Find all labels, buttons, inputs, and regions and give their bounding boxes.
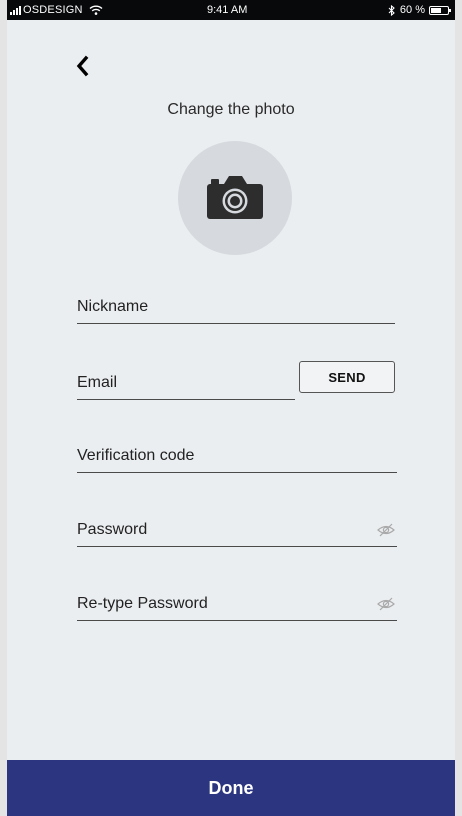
retype-password-underline bbox=[77, 620, 397, 621]
chevron-left-icon[interactable] bbox=[71, 54, 95, 78]
camera-icon bbox=[207, 176, 263, 219]
retype-password-field[interactable]: Re-type Password bbox=[77, 587, 397, 621]
nickname-field[interactable]: Nickname bbox=[77, 290, 395, 324]
email-field[interactable]: Email bbox=[77, 366, 295, 400]
battery-icon bbox=[429, 5, 451, 15]
verification-code-field[interactable]: Verification code bbox=[77, 439, 397, 473]
done-label: Done bbox=[208, 777, 254, 798]
screen: OSDESIGN 9:41 AM 60 % Change the photo N… bbox=[7, 0, 455, 816]
eye-slash-icon[interactable] bbox=[377, 523, 395, 537]
status-left: OSDESIGN bbox=[10, 4, 103, 16]
email-label: Email bbox=[77, 374, 118, 391]
password-underline bbox=[77, 546, 397, 547]
send-button[interactable]: SEND bbox=[299, 361, 395, 393]
status-right: 60 % bbox=[388, 4, 451, 16]
battery-fill bbox=[431, 7, 441, 13]
status-time: 9:41 AM bbox=[207, 4, 248, 16]
eye-slash-icon[interactable] bbox=[377, 597, 395, 611]
wifi-icon bbox=[89, 5, 103, 15]
bluetooth-icon bbox=[388, 4, 395, 16]
battery-percent: 60 % bbox=[399, 4, 425, 16]
nickname-label: Nickname bbox=[77, 298, 149, 315]
password-field[interactable]: Password bbox=[77, 513, 397, 547]
done-button[interactable]: Done bbox=[7, 760, 455, 816]
avatar-photo-button[interactable] bbox=[178, 141, 292, 255]
email-underline bbox=[77, 399, 295, 400]
verification-underline bbox=[77, 472, 397, 473]
verification-code-label: Verification code bbox=[77, 447, 195, 464]
password-label: Password bbox=[77, 521, 148, 538]
carrier-name: OSDESIGN bbox=[23, 4, 83, 16]
change-photo-label: Change the photo bbox=[167, 101, 295, 118]
signal-icon bbox=[10, 5, 21, 15]
nickname-underline bbox=[77, 323, 395, 324]
status-bar: OSDESIGN 9:41 AM 60 % bbox=[7, 0, 455, 20]
retype-password-label: Re-type Password bbox=[77, 595, 208, 612]
